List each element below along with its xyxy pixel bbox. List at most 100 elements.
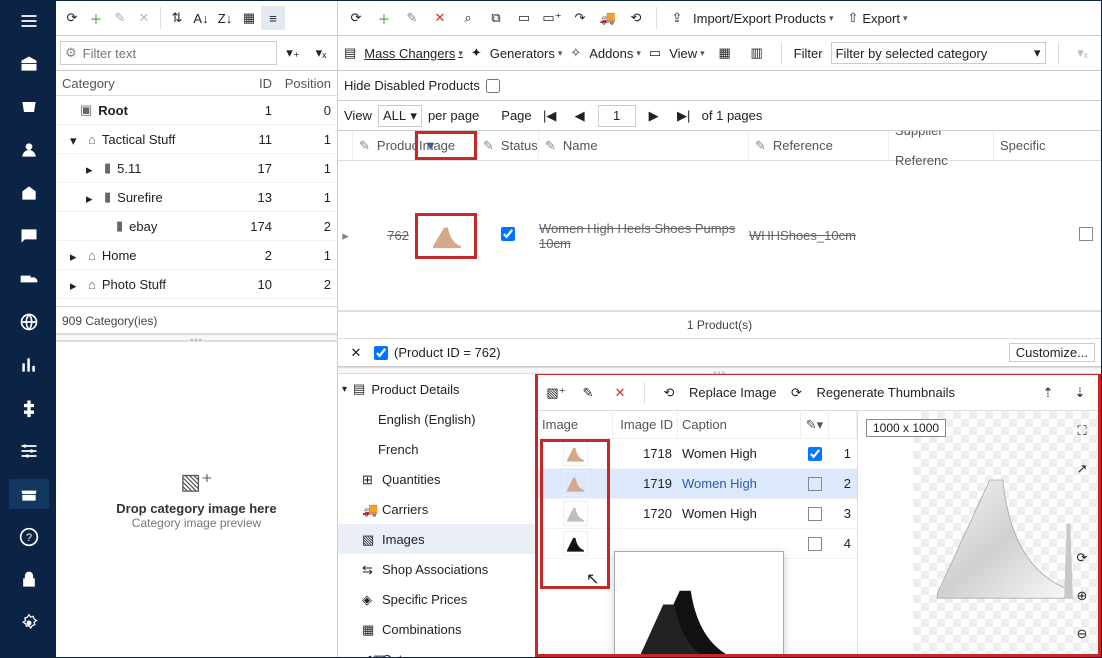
tree-row[interactable]: ▮ebay1742 [56,212,337,241]
page-last-icon[interactable]: ▶| [672,104,696,128]
tree-row[interactable]: ▾⌂Tactical Stuff111 [56,125,337,154]
page-first-icon[interactable]: |◀ [538,104,562,128]
tree-row[interactable]: ▸▮5.11171 [56,154,337,183]
nav-modules[interactable] [9,393,49,423]
pager-size[interactable]: ALL▾ [378,105,422,127]
splitter-handle[interactable]: ••• [56,334,337,341]
image-row[interactable]: 1719 Women High 2 [538,469,857,499]
nav-store-manager[interactable] [9,479,49,509]
image-row[interactable]: 1718 Women High 1 [538,439,857,469]
edit-icon[interactable]: ✎ [108,6,132,30]
page-prev-icon[interactable]: ◀ [568,104,592,128]
nav-customers[interactable] [9,135,49,165]
toggle2-icon[interactable]: ≡ [261,6,285,30]
tree-row[interactable]: ▸⌂Home21 [56,241,337,270]
nav-dashboard[interactable] [9,49,49,79]
detail-header[interactable]: ▾ ▤ Product Details [338,374,535,404]
detail-item[interactable]: 🚚Carriers [338,494,535,524]
layout1-icon[interactable]: ▦ [713,41,737,65]
nav-help[interactable]: ? [9,522,49,552]
category-tree[interactable]: ▣Root10▾⌂Tactical Stuff111▸▮5.11171▸▮Sur… [56,96,337,306]
category-dropzone[interactable]: ▧⁺ Drop category image here Category ima… [56,341,337,657]
zoom-out-icon[interactable]: ⊖ [1070,622,1094,646]
sort-down-icon[interactable]: ⇣ [1068,381,1092,405]
filter-clear-icon[interactable]: ▾ₓ [1071,41,1095,65]
col-status[interactable]: Status [501,131,538,161]
import-export-button[interactable]: Import/Export Products [693,11,833,26]
detail-item[interactable]: ▦Combinations [338,614,535,644]
add-image-icon[interactable]: ▧⁺ [544,381,568,405]
detail-item[interactable]: ▧Images [338,524,535,554]
nav-settings[interactable] [9,608,49,638]
filter-active-checkbox[interactable] [374,346,388,360]
splitter-handle-2[interactable]: ••• [338,367,1101,374]
tool1-icon[interactable]: ▭ [512,6,536,30]
fullscreen-icon[interactable]: ⛶ [1070,419,1094,443]
copy-icon[interactable]: ⧉ [484,6,508,30]
export-button[interactable]: Export [862,11,907,26]
col-ref[interactable]: Reference [773,131,833,161]
mass-changers[interactable]: Mass Changers [364,46,463,61]
add-icon[interactable]: ＋ [372,6,396,30]
sort1-icon[interactable]: ⇅ [165,6,189,30]
edit-image-icon[interactable]: ✎ [576,381,600,405]
category-filter-input[interactable] [81,45,272,62]
filter-clear-icon[interactable]: ▾ₓ [309,41,333,65]
gear-icon[interactable]: ⚙ [65,45,77,61]
upload-icon[interactable]: ⇪ [665,6,689,30]
filter-select[interactable]: Filter by selected category▾ [831,42,1046,64]
page-input[interactable]: 1 [598,105,636,127]
toggle1-icon[interactable]: ▦ [237,6,261,30]
nav-shipping[interactable] [9,264,49,294]
sort-za-icon[interactable]: Z↓ [213,6,237,30]
nav-lock[interactable] [9,565,49,595]
menu-icon[interactable] [9,6,49,36]
image-row[interactable]: 1720 Women High 3 [538,499,857,529]
product-row[interactable]: ▸ 762 Women High Heels Shoes Pumps 10cm … [338,161,1101,310]
refresh-icon[interactable]: ⟳ [344,6,368,30]
col-name[interactable]: Name [563,131,598,161]
hide-disabled-checkbox[interactable] [486,79,500,93]
customize-button[interactable]: Customize... [1009,343,1095,362]
col-spec[interactable]: Specific [1000,131,1046,161]
edit-icon[interactable]: ✎ [400,6,424,30]
add-icon[interactable]: ＋ [84,6,108,30]
nav-messages[interactable] [9,221,49,251]
layout2-icon[interactable]: ▥ [745,41,769,65]
col-product[interactable]: Produc [377,131,418,161]
search-icon[interactable]: ⌕ [456,6,480,30]
status-checkbox[interactable] [501,227,515,241]
tool5-icon[interactable]: ⟲ [624,6,648,30]
detail-item[interactable]: ✔▦Category [338,644,535,657]
delete-icon[interactable]: ✕ [428,6,452,30]
refresh-icon[interactable]: ⟳ [60,6,84,30]
page-next-icon[interactable]: ▶ [642,104,666,128]
tree-row[interactable]: ▸⌂Photo Stuff102 [56,270,337,299]
nav-catalog[interactable] [9,178,49,208]
tree-row[interactable]: ▣Root10 [56,96,337,125]
detail-item[interactable]: ⊞Quantities [338,464,535,494]
nav-stats[interactable] [9,350,49,380]
filter-add-icon[interactable]: ▾₊ [281,41,305,65]
view-button[interactable]: View [669,46,704,61]
delete-image-icon[interactable]: ✕ [608,381,632,405]
detail-item[interactable]: ◈Specific Prices [338,584,535,614]
nav-parameters[interactable] [9,436,49,466]
tree-row[interactable]: ▸▮Surefire131 [56,183,337,212]
tool3-icon[interactable]: ↷ [568,6,592,30]
sort-az-icon[interactable]: A↓ [189,6,213,30]
delete-icon[interactable]: ✕ [132,6,156,30]
generators[interactable]: Generators [490,46,563,61]
nav-orders[interactable] [9,92,49,122]
specific-checkbox[interactable] [1079,227,1093,241]
col-image[interactable]: Image [419,131,455,161]
regenerate-button[interactable]: Regenerate Thumbnails [816,385,955,400]
tool2-icon[interactable]: ▭⁺ [540,6,564,30]
tool4-icon[interactable]: 🚚 [596,6,620,30]
detail-item[interactable]: ⇆Shop Associations [338,554,535,584]
addons[interactable]: Addons [589,46,641,61]
detail-item[interactable]: French [338,434,535,464]
nav-international[interactable] [9,307,49,337]
sort-up-icon[interactable]: ⇡ [1036,381,1060,405]
replace-image-button[interactable]: Replace Image [689,385,776,400]
